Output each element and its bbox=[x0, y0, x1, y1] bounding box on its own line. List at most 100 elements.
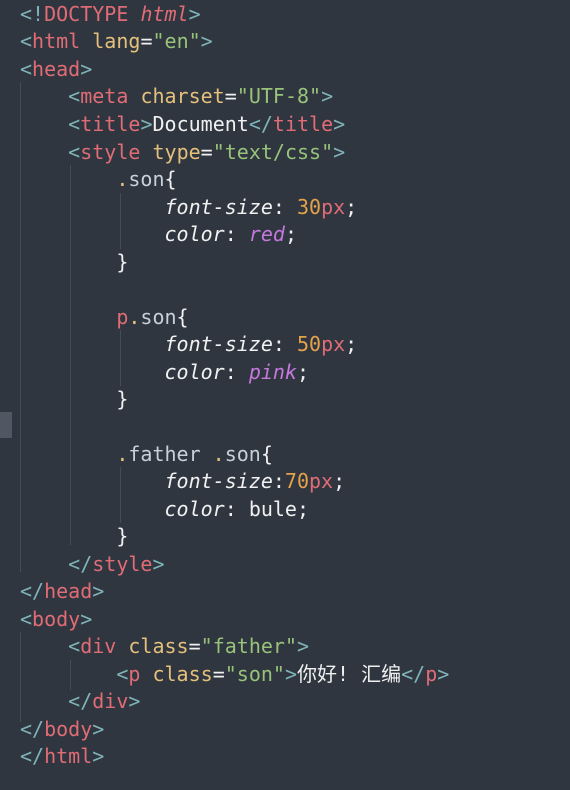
code-line-26: </div> bbox=[20, 688, 140, 715]
brace: { bbox=[260, 442, 273, 466]
code-line-17: .father .son{ bbox=[20, 441, 273, 468]
attribute-value: "UTF-8" bbox=[236, 84, 322, 108]
semicolon: ; bbox=[296, 360, 310, 384]
colon: : bbox=[224, 360, 249, 384]
code-line-8: font-size: 30px; bbox=[20, 194, 358, 221]
tag-bracket: < bbox=[116, 662, 129, 686]
current-line-gutter-marker bbox=[0, 412, 12, 438]
tag-name: head bbox=[44, 579, 93, 603]
code-line-9: color: red; bbox=[20, 221, 297, 248]
css-number: 30 bbox=[296, 195, 322, 219]
tag-name: html bbox=[32, 29, 81, 53]
css-unit: px bbox=[309, 469, 334, 493]
colon: : bbox=[272, 195, 297, 219]
css-property: color bbox=[164, 360, 225, 384]
css-property: color bbox=[164, 497, 225, 521]
css-property: color bbox=[164, 222, 225, 246]
css-value: red bbox=[248, 222, 285, 246]
title-text: Document bbox=[152, 112, 249, 136]
brace: } bbox=[116, 524, 129, 548]
css-property: font-size bbox=[164, 469, 273, 493]
tag-bracket: </ bbox=[20, 744, 45, 768]
css-value: pink bbox=[248, 360, 297, 384]
equals: = bbox=[212, 662, 225, 686]
tag-name: div bbox=[92, 689, 129, 713]
colon: : bbox=[224, 497, 249, 521]
code-line-22: </head> bbox=[20, 578, 104, 605]
tag-bracket: > bbox=[92, 717, 105, 741]
attribute-name: class bbox=[152, 662, 213, 686]
css-number: 70 bbox=[284, 469, 310, 493]
code-line-21: </style> bbox=[20, 551, 165, 578]
tag-name: html bbox=[44, 744, 93, 768]
code-line-20: } bbox=[20, 523, 128, 550]
tag-bracket: > bbox=[200, 29, 213, 53]
code-line-25: <p class="son">你好! 汇编</p> bbox=[20, 661, 449, 688]
tag-bracket: > bbox=[296, 634, 310, 658]
paragraph-text: 你好! 汇编 bbox=[297, 662, 402, 686]
doctype-value: html bbox=[140, 2, 189, 26]
attribute-value: "father" bbox=[200, 634, 297, 658]
tag-bracket: < bbox=[20, 57, 33, 81]
tag-name: p bbox=[128, 662, 141, 686]
code-editor[interactable]: <!DOCTYPE html> <html lang="en"> <head> … bbox=[0, 0, 570, 790]
code-line-23: <body> bbox=[20, 606, 92, 633]
code-line-13: font-size: 50px; bbox=[20, 331, 358, 358]
brace: { bbox=[164, 167, 177, 191]
tag-bracket: > bbox=[152, 552, 165, 576]
tag-name: div bbox=[80, 634, 117, 658]
code-line-24: <div class="father"> bbox=[20, 633, 309, 660]
attribute-name: type bbox=[152, 140, 201, 164]
code-line-5: <title>Document</title> bbox=[20, 111, 345, 138]
semicolon: ; bbox=[296, 497, 310, 521]
css-selector: father bbox=[128, 442, 201, 466]
brace: } bbox=[116, 250, 129, 274]
tag-name: p bbox=[425, 662, 438, 686]
code-line-28: </html> bbox=[20, 743, 104, 770]
class-dot: . bbox=[212, 442, 225, 466]
tag-bracket: > bbox=[333, 112, 346, 136]
tag-bracket: < bbox=[68, 112, 81, 136]
attribute-name: lang bbox=[92, 29, 141, 53]
equals: = bbox=[188, 634, 201, 658]
semicolon: ; bbox=[345, 195, 358, 219]
tag-bracket: > bbox=[80, 607, 93, 631]
tag-bracket: < bbox=[68, 84, 81, 108]
colon: : bbox=[272, 469, 285, 493]
tag-name: style bbox=[92, 552, 153, 576]
code-line-27: </body> bbox=[20, 716, 104, 743]
class-dot: . bbox=[128, 305, 141, 329]
css-selector: son bbox=[140, 305, 177, 329]
code-line-18: font-size:70px; bbox=[20, 468, 346, 495]
class-dot: . bbox=[116, 442, 129, 466]
tag-bracket: </ bbox=[68, 689, 93, 713]
css-value: bule bbox=[248, 497, 297, 521]
code-line-15: } bbox=[20, 386, 128, 413]
code-line-2: <html lang="en"> bbox=[20, 28, 213, 55]
code-line-6: <style type="text/css"> bbox=[20, 139, 345, 166]
tag-bracket: > bbox=[437, 662, 450, 686]
brace: } bbox=[116, 387, 129, 411]
code-line-3: <head> bbox=[20, 56, 92, 83]
code-line-10: } bbox=[20, 249, 128, 276]
code-line-7: .son{ bbox=[20, 166, 177, 193]
equals: = bbox=[140, 29, 153, 53]
tag-bracket: > bbox=[80, 57, 93, 81]
colon: : bbox=[272, 332, 297, 356]
semicolon: ; bbox=[345, 332, 358, 356]
tag-bracket: > bbox=[92, 579, 105, 603]
tag-bracket: > bbox=[284, 662, 297, 686]
tag-name: title bbox=[272, 112, 334, 136]
tag-bracket: < bbox=[68, 634, 81, 658]
attribute-value: "text/css" bbox=[212, 140, 334, 164]
code-line-19: color: bule; bbox=[20, 496, 310, 523]
tag-bracket: > bbox=[321, 84, 334, 108]
tag-bracket: > bbox=[140, 112, 153, 136]
tag-name: body bbox=[32, 607, 81, 631]
css-property: font-size bbox=[164, 332, 273, 356]
css-number: 50 bbox=[296, 332, 322, 356]
tag-name: head bbox=[32, 57, 81, 81]
code-line-1: <!DOCTYPE html> bbox=[20, 1, 201, 28]
css-selector-tag: p bbox=[116, 305, 129, 329]
tag-name: body bbox=[44, 717, 93, 741]
